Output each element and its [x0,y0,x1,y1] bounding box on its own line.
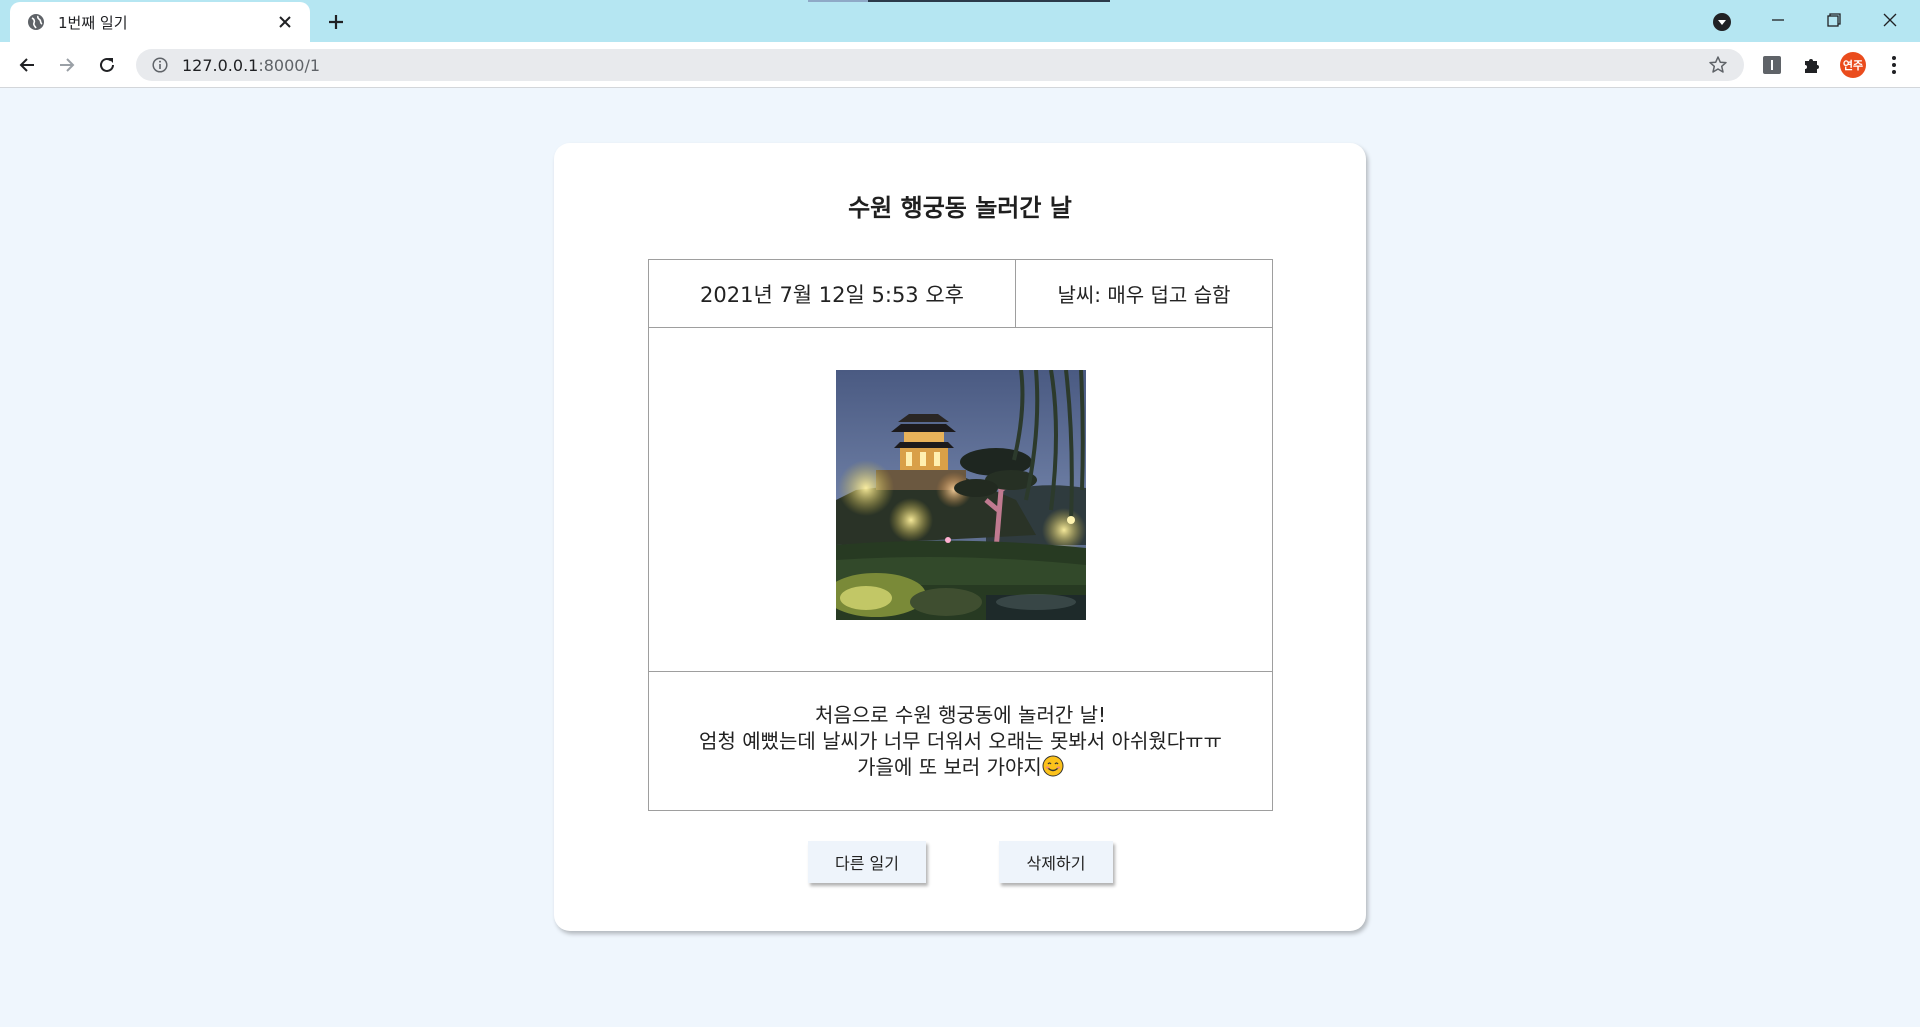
bookmark-star-icon[interactable] [1706,53,1730,77]
other-diary-button[interactable]: 다른 일기 [808,841,926,883]
url-text: 127.0.0.1:8000/1 [182,56,1706,75]
url-path: :8000/1 [258,55,321,75]
diary-photo [836,370,1086,620]
browser-toolbar: 127.0.0.1:8000/1 연주 [0,42,1920,88]
new-tab-button[interactable] [322,8,350,36]
close-window-icon[interactable] [1862,0,1918,40]
back-arrow-icon[interactable] [11,49,43,81]
diary-card: 수원 행궁동 놀러간 날 2021년 7월 12일 5:53 오후 날씨: 매우… [554,143,1366,931]
content-line-3: 가을에 또 보러 가야지 [857,755,1042,779]
diary-table: 2021년 7월 12일 5:53 오후 날씨: 매우 덥고 습함 처음으로 수… [648,259,1273,811]
forward-arrow-icon[interactable] [51,49,83,81]
close-tab-icon[interactable] [274,11,296,33]
reload-icon[interactable] [91,49,123,81]
diary-content: 처음으로 수원 행궁동에 놀러간 날! 엄청 예뻤는데 날씨가 너무 더워서 오… [649,672,1272,810]
diary-photo-row [649,328,1272,672]
profile-avatar[interactable]: 연주 [1840,52,1866,78]
url-host: 127.0.0.1 [182,55,259,75]
content-line-1: 처음으로 수원 행궁동에 놀러간 날! [814,703,1107,727]
address-bar[interactable]: 127.0.0.1:8000/1 [136,49,1744,81]
extension-reader-icon[interactable] [1758,51,1786,79]
window-drag-indicator-light [808,0,868,2]
restore-icon[interactable] [1806,0,1862,40]
globe-icon [26,12,46,32]
extensions-puzzle-icon[interactable] [1798,51,1826,79]
browser-tab[interactable]: 1번째 일기 [10,2,310,42]
content-line-3-wrap: 가을에 또 보러 가야지 [857,754,1064,780]
delete-button[interactable]: 삭제하기 [999,841,1113,883]
diary-meta-row: 2021년 7월 12일 5:53 오후 날씨: 매우 덥고 습함 [649,260,1272,328]
minimize-icon[interactable] [1750,0,1806,40]
info-icon[interactable] [150,55,170,75]
menu-kebab-icon[interactable] [1880,51,1908,79]
diary-title: 수원 행궁동 놀러간 날 [848,194,1072,222]
diary-weather: 날씨: 매우 덥고 습함 [1057,283,1231,307]
tab-title: 1번째 일기 [58,13,128,32]
tab-search-icon[interactable] [1708,8,1736,36]
tab-strip: 1번째 일기 [0,0,1920,42]
diary-date: 2021년 7월 12일 5:53 오후 [649,260,1016,327]
content-line-2: 엄청 예뻤는데 날씨가 너무 더워서 오래는 못봐서 아쉬웠다ㅠㅠ [699,729,1222,753]
smiling-face-icon [1042,755,1064,777]
